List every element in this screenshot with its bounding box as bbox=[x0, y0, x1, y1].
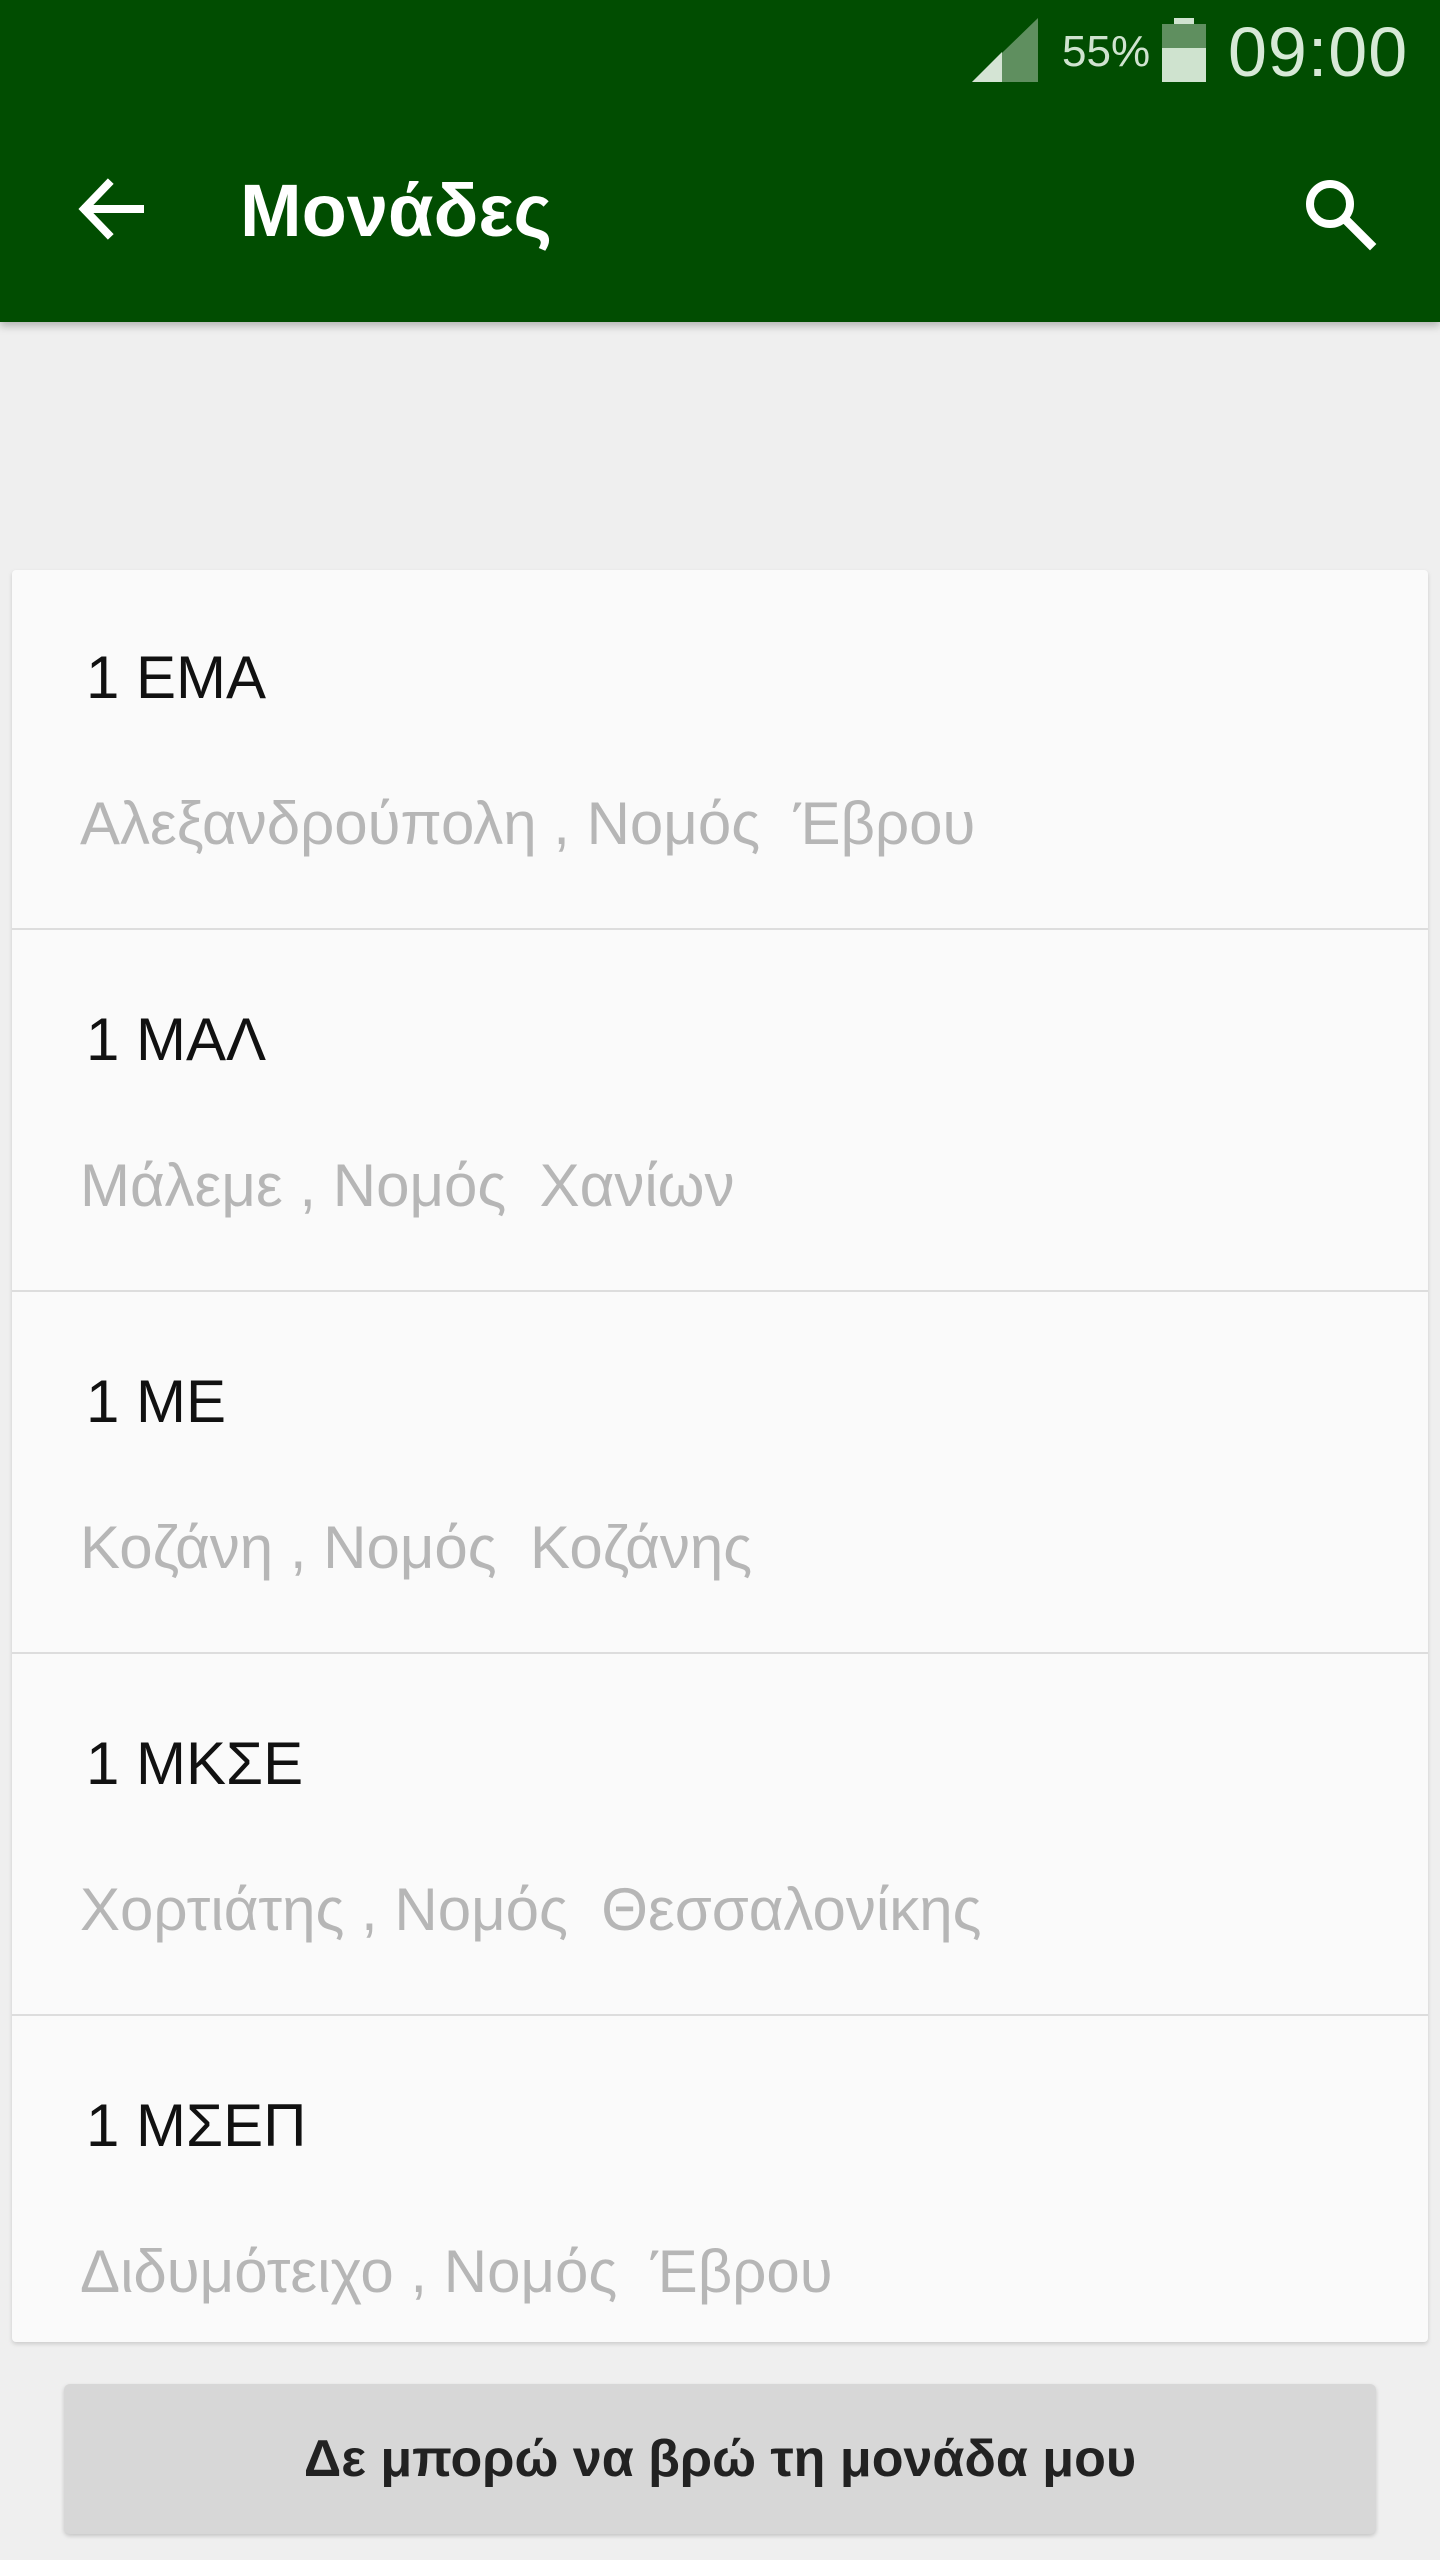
list-item[interactable]: 1 ΜΑΛ Μάλεμε , Νομός Χανίων bbox=[12, 932, 1428, 1292]
back-arrow-icon[interactable] bbox=[74, 172, 148, 246]
list-item[interactable]: 1 ΜΣΕΠ Διδυμότειχο , Νομός Έβρου bbox=[12, 2018, 1428, 2342]
app-bar: 55% 09:00 Μονάδες bbox=[0, 0, 1440, 322]
unit-location: Κοζάνη , Νομός Κοζάνης bbox=[80, 1514, 753, 1581]
unit-location: Διδυμότειχο , Νομός Έβρου bbox=[80, 2238, 833, 2305]
unit-location: Μάλεμε , Νομός Χανίων bbox=[80, 1152, 735, 1219]
unit-name: 1 ΜΣΕΠ bbox=[86, 2092, 307, 2159]
unit-location: Χορτιάτης , Νομός Θεσσαλονίκης bbox=[80, 1876, 982, 1943]
search-icon[interactable] bbox=[1300, 174, 1378, 252]
unit-name: 1 ΕΜΑ bbox=[86, 644, 267, 711]
signal-icon bbox=[972, 18, 1038, 82]
status-time: 09:00 bbox=[1228, 13, 1409, 91]
unit-location: Αλεξανδρούπολη , Νομός Έβρου bbox=[80, 790, 976, 857]
battery-percent: 55% bbox=[1062, 27, 1151, 76]
cannot-find-unit-button[interactable]: Δε μπορώ να βρώ τη μονάδα μου bbox=[64, 2384, 1376, 2534]
status-bar: 55% 09:00 bbox=[0, 0, 1440, 96]
unit-name: 1 ΜΚΣΕ bbox=[86, 1730, 304, 1797]
units-list: 1 ΕΜΑ Αλεξανδρούπολη , Νομός Έβρου 1 ΜΑΛ… bbox=[12, 570, 1428, 2342]
list-item[interactable]: 1 ΕΜΑ Αλεξανδρούπολη , Νομός Έβρου bbox=[12, 570, 1428, 930]
unit-name: 1 ΜΕ bbox=[86, 1368, 227, 1435]
page-title: Μονάδες bbox=[240, 169, 552, 252]
list-item[interactable]: 1 ΜΚΣΕ Χορτιάτης , Νομός Θεσσαλονίκης bbox=[12, 1656, 1428, 2016]
unit-name: 1 ΜΑΛ bbox=[86, 1006, 267, 1073]
list-item[interactable]: 1 ΜΕ Κοζάνη , Νομός Κοζάνης bbox=[12, 1294, 1428, 1654]
battery-icon bbox=[1162, 18, 1206, 82]
